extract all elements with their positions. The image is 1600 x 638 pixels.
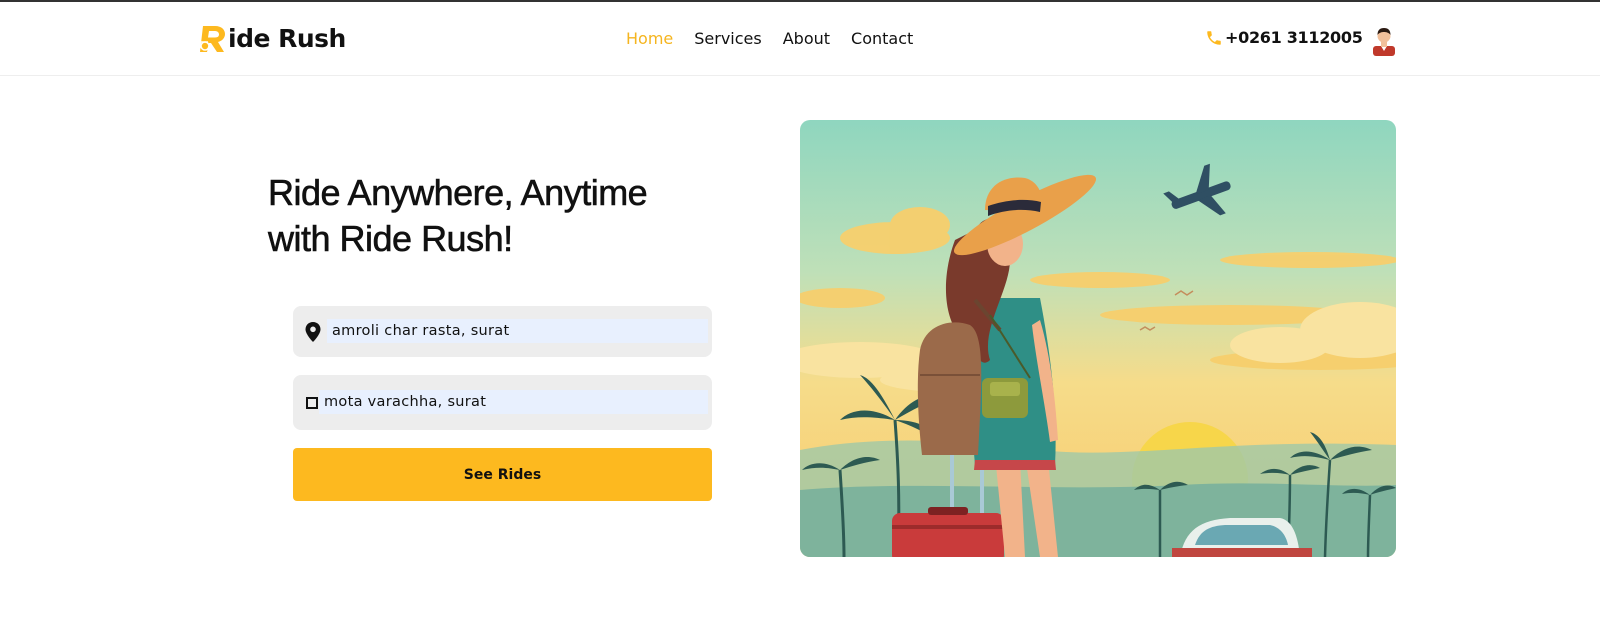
brand-logo[interactable]: ide Rush — [197, 20, 346, 56]
phone-icon — [1207, 30, 1221, 45]
square-stop-icon — [306, 397, 318, 409]
navbar: ide Rush Home Services About Contact +02… — [0, 2, 1600, 76]
nav-about[interactable]: About — [783, 29, 830, 48]
pickup-input[interactable] — [332, 319, 692, 343]
hero-title: Ride Anywhere, Anytime with Ride Rush! — [268, 172, 648, 260]
see-rides-button[interactable]: See Rides — [293, 448, 712, 501]
woman-traveler-illustration — [800, 120, 1396, 557]
logo-r-icon — [200, 26, 225, 52]
pickup-field — [293, 306, 712, 357]
dropoff-field — [293, 375, 712, 430]
main-nav: Home Services About Contact — [626, 29, 934, 48]
map-pin-icon — [305, 322, 321, 342]
dropoff-input[interactable] — [324, 390, 684, 414]
hero-illustration — [800, 120, 1396, 557]
nav-home[interactable]: Home — [626, 29, 673, 48]
phone-number: +0261 3112005 — [1225, 28, 1363, 47]
user-avatar-icon[interactable] — [1370, 26, 1398, 56]
brand-name: ide Rush — [228, 23, 346, 53]
nav-services[interactable]: Services — [694, 29, 761, 48]
nav-contact[interactable]: Contact — [851, 29, 913, 48]
phone-contact[interactable]: +0261 3112005 — [1205, 28, 1363, 47]
